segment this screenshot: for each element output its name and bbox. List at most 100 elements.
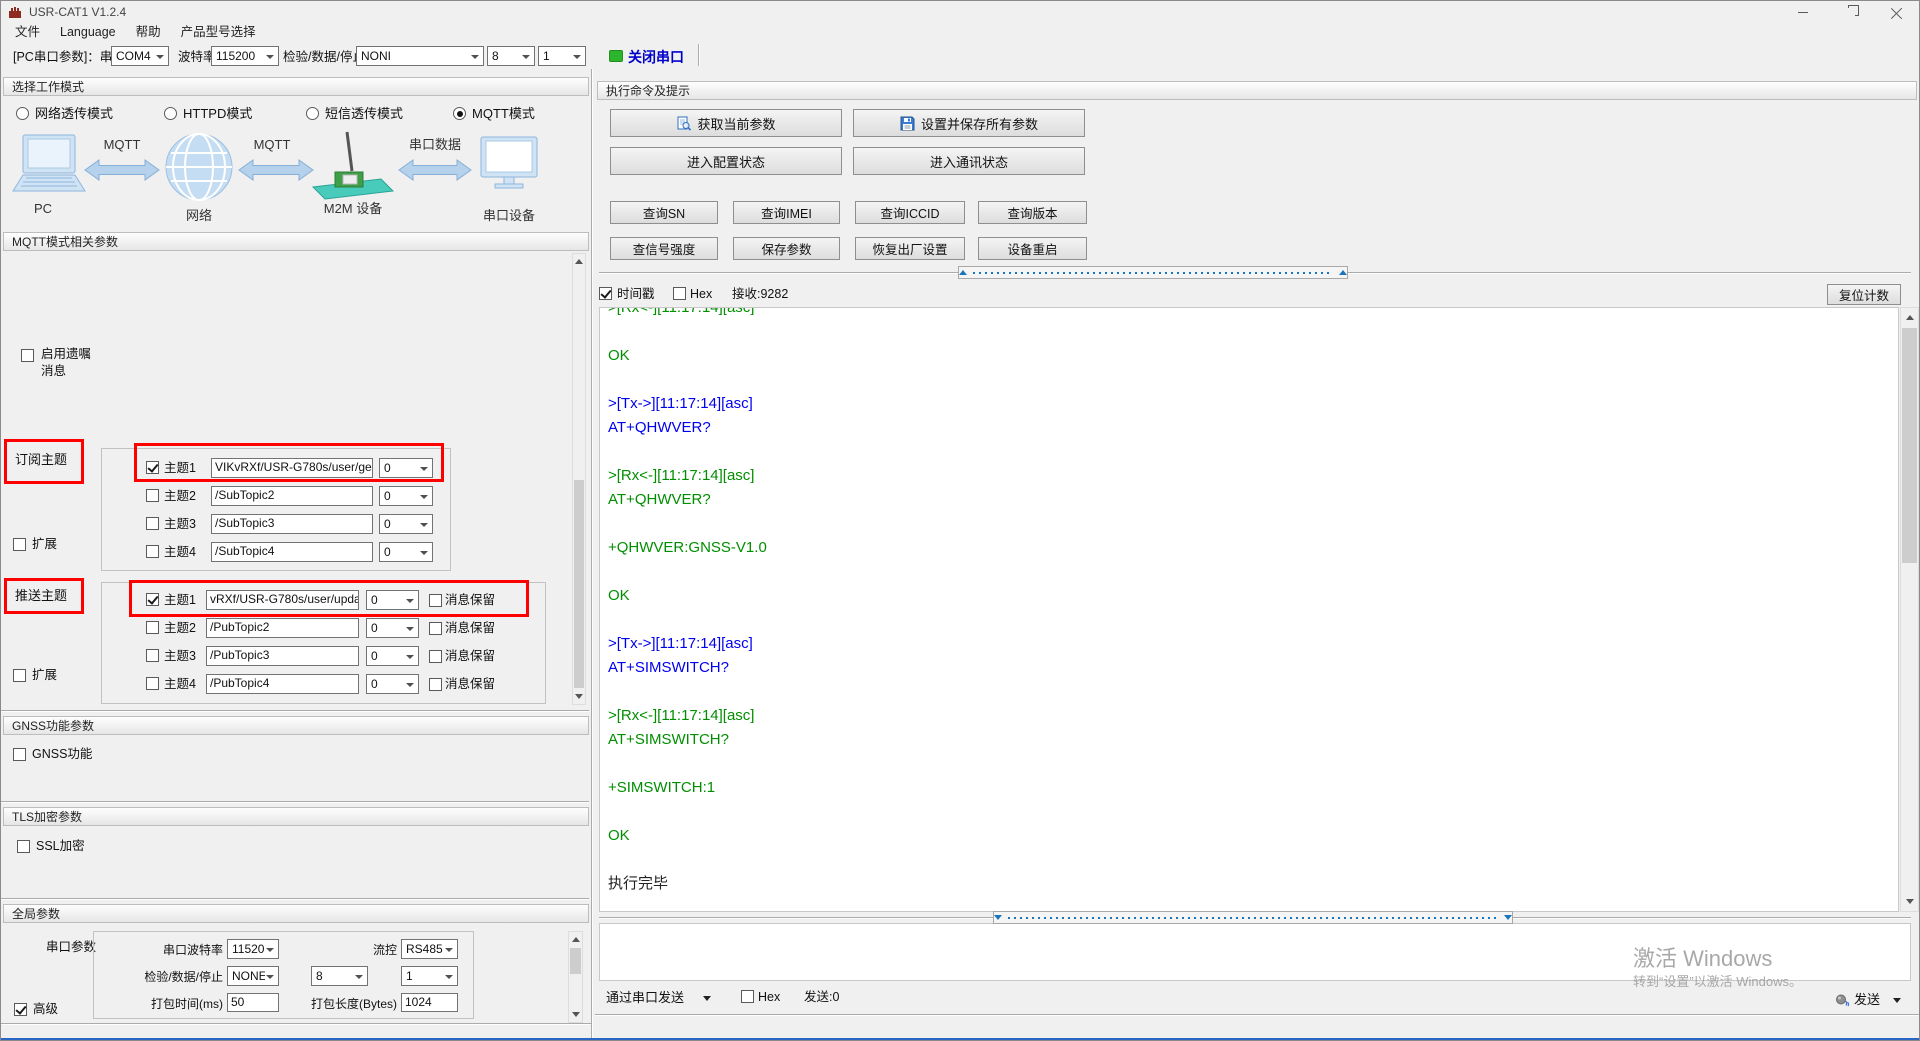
cmd-button-small-7[interactable]: 设备重启 [978,237,1087,260]
recv-hex-checkbox[interactable] [673,287,686,300]
pub-topic-3-qos-select[interactable]: 0 [366,646,419,666]
advanced-checkbox[interactable] [14,1003,27,1016]
work-mode-label-0[interactable]: 网络透传模式 [35,105,113,122]
scroll-down-icon[interactable] [569,1007,582,1022]
cmd-button-small-3[interactable]: 查询版本 [978,201,1087,224]
menu-item-2[interactable]: 帮助 [126,23,171,42]
cmd-button-small-4[interactable]: 查信号强度 [610,237,718,260]
pub-topic-3-input[interactable]: /PubTopic3 [206,646,359,666]
chevron-down-icon[interactable] [703,996,711,1001]
terminal-output[interactable]: >[Rx<-][11:17:14][asc]OK>[Tx->][11:17:14… [599,307,1899,912]
pack-len-input[interactable]: 1024 [401,993,458,1012]
scroll-down-icon[interactable] [573,689,585,704]
cmd-button-small-5[interactable]: 保存参数 [733,237,840,260]
databits-select[interactable]: 8 [487,46,535,66]
menu-item-1[interactable]: Language [50,23,126,42]
publish-extend-checkbox[interactable] [13,669,26,682]
scroll-up-icon[interactable] [569,932,582,947]
sub-topic-3-input[interactable]: /SubTopic3 [211,514,373,534]
pub-topic-1-checkbox[interactable] [146,593,159,606]
sub-topic-4-input[interactable]: /SubTopic4 [211,542,373,562]
work-mode-radio-1[interactable] [164,107,177,120]
cmd-button-small-0[interactable]: 查询SN [610,201,718,224]
pub-topic-4-qos-select[interactable]: 0 [366,674,419,694]
work-mode-label-3[interactable]: MQTT模式 [472,105,535,122]
scrollbar-thumb[interactable] [570,948,581,974]
cmd-button-large-1[interactable]: 设置并保存所有参数 [853,109,1085,137]
pub-topic-3-checkbox[interactable] [146,649,159,662]
global-panel-scrollbar[interactable] [568,931,583,1023]
pub-topic-2-retain-checkbox[interactable] [429,622,442,635]
global-baud-select[interactable]: 115200 [227,939,279,959]
panel-divider[interactable] [591,69,593,1038]
pub-topic-4-retain-label: 消息保留 [445,676,495,692]
pub-topic-4-retain-checkbox[interactable] [429,678,442,691]
close-port-button[interactable]: 关闭串口 [628,47,684,67]
flow-select[interactable]: RS485 [401,939,458,959]
cmd-button-large-0[interactable]: 获取当前参数 [610,109,842,137]
work-mode-radio-2[interactable] [306,107,319,120]
close-button[interactable] [1877,1,1917,23]
baud-select[interactable]: 115200 [211,46,279,66]
sub-topic-4-qos-select[interactable]: 0 [379,542,433,562]
menu-item-0[interactable]: 文件 [5,23,50,42]
work-mode-radio-3[interactable] [453,107,466,120]
sub-topic-3-checkbox[interactable] [146,517,159,530]
terminal-scrollbar[interactable] [1900,307,1919,912]
cmd-button-small-1[interactable]: 查询IMEI [733,201,840,224]
menu-item-3[interactable]: 产品型号选择 [171,23,266,42]
mqtt-panel-scrollbar[interactable] [572,253,586,705]
minimize-button[interactable] [1783,1,1823,23]
global-databits-select[interactable]: 8 [311,966,368,986]
pub-topic-1-qos-select[interactable]: 0 [366,590,419,610]
com-port-select[interactable]: COM4 [111,46,169,66]
splitter-handle[interactable] [958,266,1348,279]
sub-topic-4-checkbox[interactable] [146,545,159,558]
parity-select[interactable]: NONI [356,46,484,66]
chevron-down-icon[interactable] [1893,998,1901,1003]
send-via-serial-button[interactable]: 通过串口发送 [606,989,684,1006]
scroll-down-icon[interactable] [1901,894,1918,909]
send-hex-checkbox[interactable] [741,990,754,1003]
splitter-handle[interactable] [993,911,1513,924]
pub-topic-3-retain-checkbox[interactable] [429,650,442,663]
send-button[interactable]: 发送 [1854,991,1880,1008]
will-message-checkbox[interactable] [21,349,34,362]
subscribe-extend-checkbox[interactable] [13,538,26,551]
reset-count-button[interactable]: 复位计数 [1827,284,1901,305]
sub-topic-2-input[interactable]: /SubTopic2 [211,486,373,506]
maximize-restore-button[interactable] [1830,1,1870,23]
global-stopbits-select[interactable]: 1 [401,966,458,986]
gnss-checkbox[interactable] [13,748,26,761]
sub-topic-3-qos-select[interactable]: 0 [379,514,433,534]
scrollbar-thumb[interactable] [1902,328,1917,563]
pub-topic-2-input[interactable]: /PubTopic2 [206,618,359,638]
cmd-button-small-6[interactable]: 恢复出厂设置 [855,237,965,260]
pub-topic-1-retain-checkbox[interactable] [429,594,442,607]
timestamp-checkbox[interactable] [599,287,612,300]
pub-topic-2-checkbox[interactable] [146,621,159,634]
scroll-up-icon[interactable] [573,254,585,269]
stopbits-select[interactable]: 1 [538,46,586,66]
scrollbar-thumb[interactable] [574,480,584,688]
sub-topic-1-checkbox[interactable] [146,461,159,474]
pack-time-input[interactable]: 50 [227,993,279,1012]
pub-topic-2-qos-select[interactable]: 0 [366,618,419,638]
ssl-checkbox[interactable] [17,840,30,853]
sub-topic-1-qos-select[interactable]: 0 [379,458,433,478]
global-parity-select[interactable]: NONE [227,966,279,986]
sub-topic-1-input[interactable]: VIKvRXf/USR-G780s/user/get [211,458,373,478]
pub-topic-1-input[interactable]: vRXf/USR-G780s/user/update [206,590,359,610]
work-mode-radio-0[interactable] [16,107,29,120]
scroll-up-icon[interactable] [1901,310,1918,325]
cmd-button-large-2[interactable]: 进入配置状态 [610,147,842,175]
work-mode-label-1[interactable]: HTTPD模式 [183,105,252,122]
sub-topic-2-qos-select[interactable]: 0 [379,486,433,506]
pub-topic-4-input[interactable]: /PubTopic4 [206,674,359,694]
work-mode-label-2[interactable]: 短信透传模式 [325,105,403,122]
save-params-icon [900,116,915,131]
sub-topic-2-checkbox[interactable] [146,489,159,502]
pub-topic-4-checkbox[interactable] [146,677,159,690]
cmd-button-large-3[interactable]: 进入通讯状态 [853,147,1085,175]
cmd-button-small-2[interactable]: 查询ICCID [855,201,965,224]
